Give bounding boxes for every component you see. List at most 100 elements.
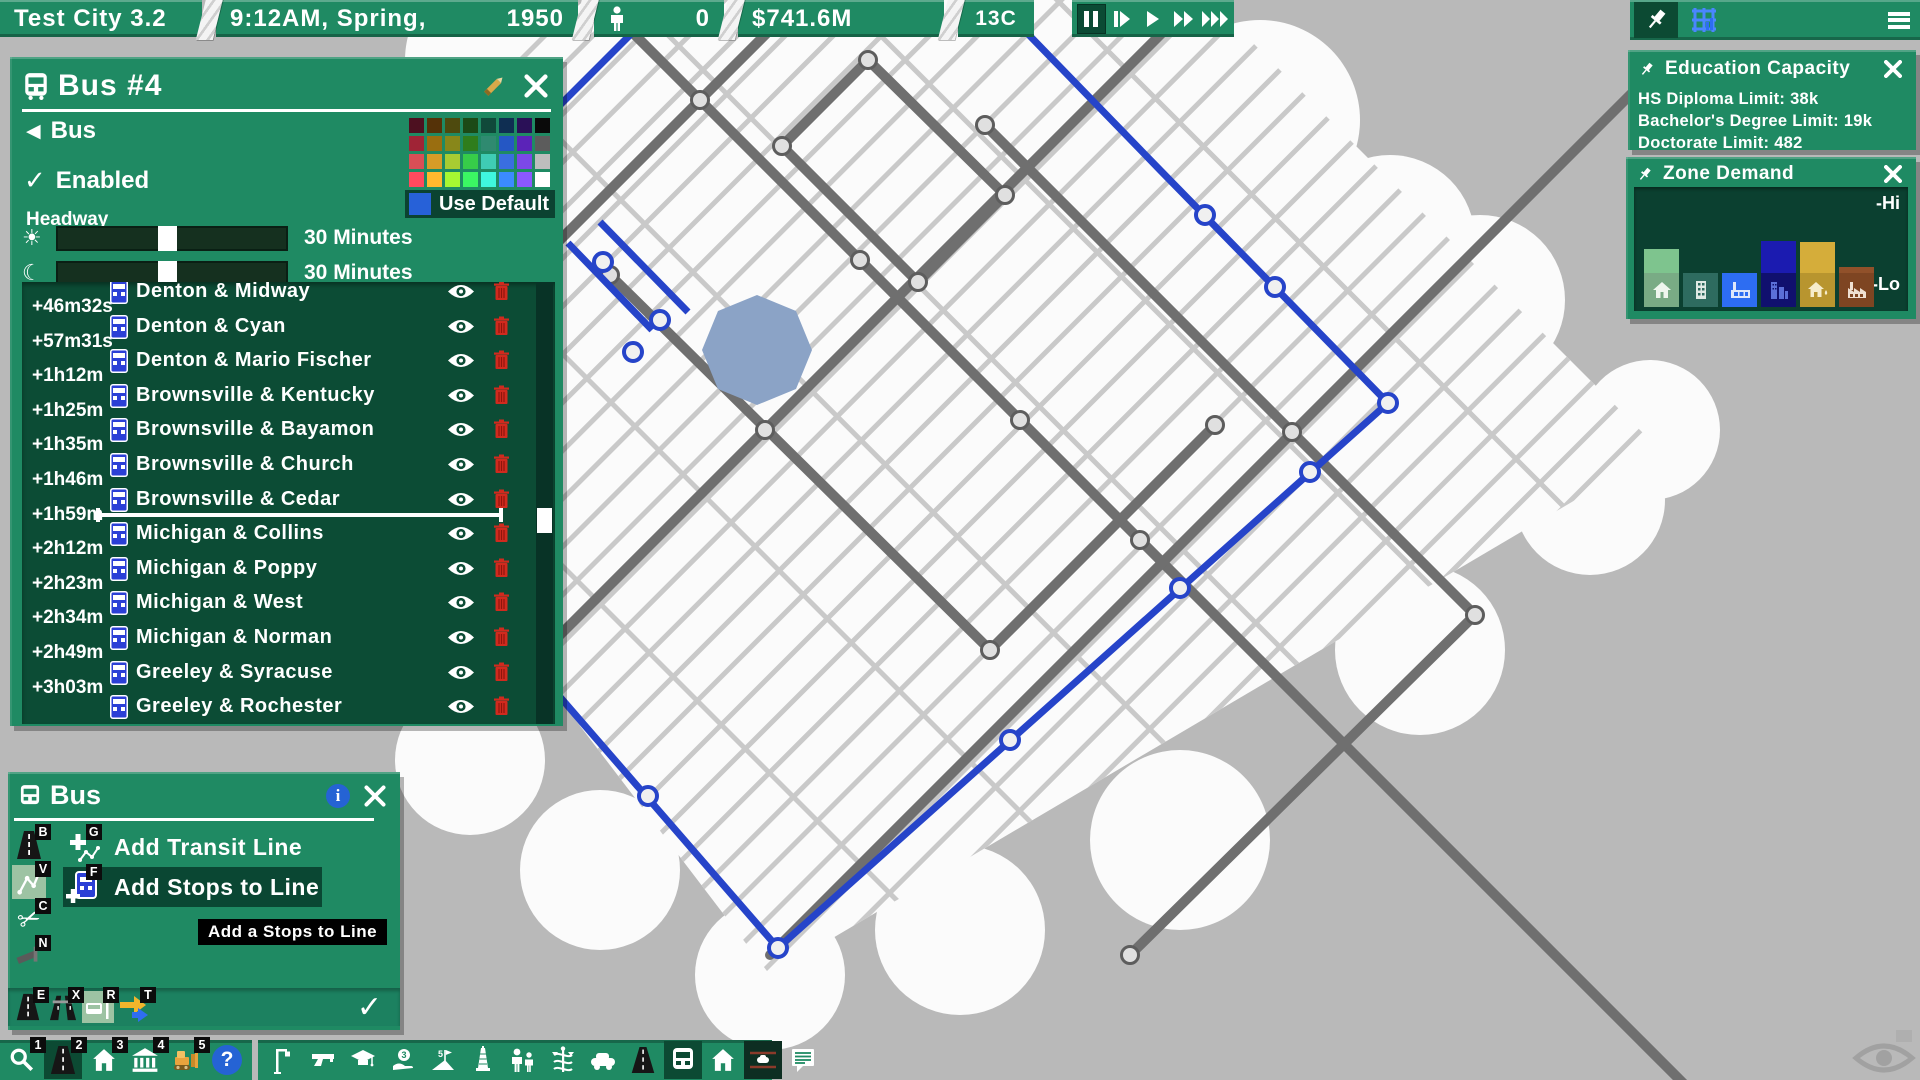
- color-swatch[interactable]: [535, 136, 550, 151]
- recreation-button[interactable]: 5: [424, 1041, 462, 1079]
- close-button[interactable]: [1880, 161, 1906, 187]
- trash-icon[interactable]: [494, 454, 509, 474]
- welfare-button[interactable]: [504, 1041, 542, 1079]
- add-transit-line-button[interactable]: G Add Transit Line: [66, 830, 302, 864]
- pin-toggle-button[interactable]: [1634, 2, 1678, 38]
- eye-icon[interactable]: [447, 629, 475, 646]
- color-swatch[interactable]: [445, 118, 460, 133]
- health-button[interactable]: [544, 1041, 582, 1079]
- color-swatch[interactable]: [427, 136, 442, 151]
- education-button[interactable]: [344, 1041, 382, 1079]
- trash-icon[interactable]: [494, 592, 509, 612]
- highway-button[interactable]: X: [47, 991, 79, 1023]
- color-swatch[interactable]: [517, 136, 532, 151]
- color-swatch[interactable]: [427, 154, 442, 169]
- trash-icon[interactable]: [494, 558, 509, 578]
- eye-icon[interactable]: [447, 560, 475, 577]
- transit-view-button[interactable]: [664, 1041, 702, 1079]
- zone-tool-button[interactable]: 3: [85, 1041, 123, 1079]
- stop-row[interactable]: Denton & Midway +46m32s: [22, 282, 555, 311]
- close-button[interactable]: [362, 783, 388, 809]
- fastest-forward-button[interactable]: [1200, 4, 1229, 34]
- fast-forward-button[interactable]: [1169, 4, 1198, 34]
- query-tool-button[interactable]: 1: [3, 1041, 41, 1079]
- color-swatch[interactable]: [463, 172, 478, 187]
- color-swatch[interactable]: [535, 118, 550, 133]
- color-swatch[interactable]: [499, 172, 514, 187]
- info-button[interactable]: i: [326, 784, 350, 808]
- road-tool-button[interactable]: 2: [44, 1041, 82, 1079]
- zone-mixed-use[interactable]: [1683, 273, 1718, 307]
- expand-road-button[interactable]: E: [12, 991, 44, 1023]
- use-default-color-button[interactable]: Use Default: [405, 190, 555, 218]
- color-swatch[interactable]: [499, 136, 514, 151]
- zone-retail[interactable]: [1722, 273, 1757, 307]
- color-swatch[interactable]: [499, 154, 514, 169]
- color-swatch[interactable]: [445, 172, 460, 187]
- help-button[interactable]: ?: [208, 1041, 246, 1079]
- select-mode-button[interactable]: V: [12, 865, 46, 899]
- trash-icon[interactable]: [494, 627, 509, 647]
- vehicles-button[interactable]: [584, 1041, 622, 1079]
- eye-icon[interactable]: [447, 456, 475, 473]
- road-mode-button[interactable]: B: [12, 828, 46, 862]
- bus-stop-tool-button[interactable]: R: [82, 991, 114, 1023]
- eye-icon[interactable]: [447, 491, 475, 508]
- color-swatch[interactable]: [535, 154, 550, 169]
- day-headway-slider[interactable]: [56, 226, 288, 251]
- color-swatch[interactable]: [463, 118, 478, 133]
- eye-icon[interactable]: [447, 318, 475, 335]
- eye-icon[interactable]: [447, 698, 475, 715]
- color-swatch[interactable]: [463, 154, 478, 169]
- color-swatch[interactable]: [427, 118, 442, 133]
- graphs-button[interactable]: [1682, 2, 1726, 38]
- no-road-mode-button[interactable]: N: [12, 939, 46, 973]
- police-button[interactable]: [304, 1041, 342, 1079]
- trash-icon[interactable]: [494, 662, 509, 682]
- menu-button[interactable]: [1888, 9, 1910, 31]
- home-button[interactable]: [704, 1041, 742, 1079]
- color-swatch[interactable]: [445, 154, 460, 169]
- color-swatch[interactable]: [481, 118, 496, 133]
- trash-icon[interactable]: [494, 696, 509, 716]
- color-swatch[interactable]: [517, 172, 532, 187]
- transit-routes-button[interactable]: T: [117, 991, 151, 1023]
- trash-icon[interactable]: [494, 419, 509, 439]
- step-button[interactable]: [1108, 4, 1137, 34]
- trash-icon[interactable]: [494, 316, 509, 336]
- monument-button[interactable]: [464, 1041, 502, 1079]
- eye-icon[interactable]: [447, 525, 475, 542]
- color-swatch[interactable]: [409, 136, 424, 151]
- eye-icon[interactable]: [447, 664, 475, 681]
- color-swatch[interactable]: [517, 118, 532, 133]
- color-swatch[interactable]: [409, 118, 424, 133]
- traffic-view-button[interactable]: [744, 1041, 782, 1079]
- roads-view-button[interactable]: [624, 1041, 662, 1079]
- color-swatch[interactable]: [409, 172, 424, 187]
- color-swatch[interactable]: [481, 172, 496, 187]
- trash-icon[interactable]: [494, 489, 509, 509]
- services-button[interactable]: 3: [384, 1041, 422, 1079]
- eye-icon[interactable]: [447, 421, 475, 438]
- eye-icon[interactable]: [447, 594, 475, 611]
- rename-pencil-icon[interactable]: [479, 71, 509, 101]
- scrollbar-track[interactable]: [536, 282, 553, 724]
- eye-icon[interactable]: [447, 387, 475, 404]
- bulldozer-tool-button[interactable]: 5: [167, 1041, 205, 1079]
- pause-button[interactable]: [1077, 4, 1106, 34]
- eye-icon[interactable]: [447, 283, 475, 300]
- cut-mode-button[interactable]: ✂ C: [12, 902, 46, 936]
- zone-office[interactable]: [1761, 241, 1796, 307]
- color-swatch[interactable]: [409, 154, 424, 169]
- close-button[interactable]: [523, 73, 549, 99]
- color-swatch[interactable]: [445, 136, 460, 151]
- amenity-tool-button[interactable]: 4: [126, 1041, 164, 1079]
- color-swatch[interactable]: [481, 154, 496, 169]
- color-swatch[interactable]: [463, 136, 478, 151]
- street-lamp-button[interactable]: [264, 1041, 302, 1079]
- color-swatch[interactable]: [535, 172, 550, 187]
- add-stops-to-line-button[interactable]: F Add Stops to Line: [66, 870, 319, 904]
- color-swatch[interactable]: [481, 136, 496, 151]
- color-swatch[interactable]: [517, 154, 532, 169]
- news-button[interactable]: [784, 1041, 822, 1079]
